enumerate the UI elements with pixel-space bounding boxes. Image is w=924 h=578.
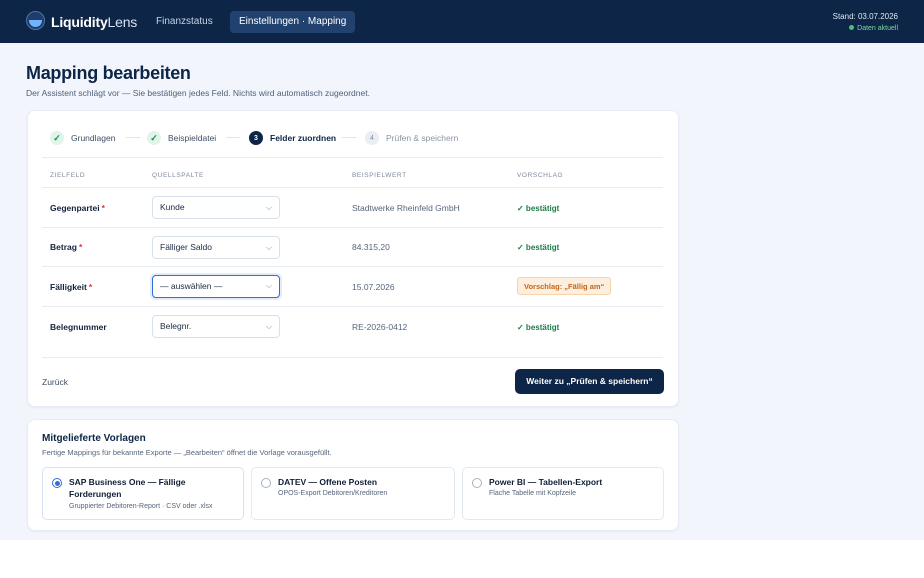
template-description: Gruppierter Debitoren-Report · CSV oder … [69, 503, 213, 510]
step-connector [226, 137, 240, 138]
step-number-3: 3 [249, 131, 263, 145]
template-name: Power BI — Tabellen-Export [489, 477, 603, 487]
step-grundlagen[interactable]: ✓ Grundlagen [50, 130, 115, 146]
step-pruefen-speichern[interactable]: 4 Prüfen & speichern [365, 130, 458, 146]
status-confirmed: ✓ bestätigt [517, 243, 560, 252]
template-description: OPOS-Export Debitoren/Kreditoren [278, 490, 388, 497]
template-power-bi[interactable]: Power BI — Tabellen-Export Flache Tabell… [462, 467, 664, 520]
page-title: Mapping bearbeiten [26, 63, 191, 83]
divider [42, 157, 663, 158]
step-connector [126, 137, 140, 138]
column-header-beispielwert: BEISPIELWERT [352, 172, 407, 179]
top-navigation-bar: LiquidityLens Finanzstatus Einstellungen… [0, 0, 924, 43]
example-value-betrag: 84.315,20 [352, 242, 390, 252]
column-header-quellspalte: QUELLSPALTE [152, 172, 204, 179]
field-label-belegnummer: Belegnummer [50, 322, 107, 332]
next-button[interactable]: Weiter zu „Prüfen & speichern“ [515, 369, 664, 394]
status-confirmed: ✓ bestätigt [517, 323, 560, 332]
back-link[interactable]: Zurück [42, 377, 68, 387]
templates-subtitle: Fertige Mappings für bekannte Exporte — … [42, 448, 332, 457]
template-datev[interactable]: DATEV — Offene Posten OPOS-Export Debito… [251, 467, 455, 520]
chevron-down-icon: ⌵ [265, 281, 272, 290]
status-dot-icon [849, 25, 855, 30]
page-subtitle: Der Assistent schlägt vor — Sie bestätig… [26, 88, 370, 98]
required-marker: * [78, 242, 83, 252]
nav-finanzstatus[interactable]: Finanzstatus [148, 11, 221, 33]
source-select-betrag[interactable]: Fälliger Saldo ⌵ [152, 236, 280, 259]
mapping-card: ✓ Grundlagen ✓ Beispieldatei 3 Felder zu… [27, 110, 679, 407]
brand-name[interactable]: LiquidityLens [51, 14, 137, 30]
step-number-4: 4 [365, 131, 379, 145]
example-value-faelligkeit: 15.07.2026 [352, 282, 395, 292]
example-value-belegnummer: RE-2026-0412 [352, 322, 408, 332]
radio-selected-icon[interactable] [52, 478, 62, 488]
divider [42, 306, 663, 307]
step-beispieldatei[interactable]: ✓ Beispieldatei [147, 130, 216, 146]
templates-card: Mitgelieferte Vorlagen Fertige Mappings … [27, 419, 679, 531]
check-icon: ✓ [147, 131, 161, 145]
template-name: DATEV — Offene Posten [278, 477, 378, 487]
status-confirmed: ✓ bestätigt [517, 204, 560, 213]
field-label-faelligkeit: Fälligkeit * [50, 282, 93, 292]
radio-unselected-icon[interactable] [472, 478, 482, 488]
source-select-faelligkeit[interactable]: — auswählen — ⌵ [152, 275, 280, 298]
template-sap-business-one[interactable]: SAP Business One — Fällige Forderungen G… [42, 467, 244, 520]
column-header-vorschlag: VORSCHLAG [517, 172, 564, 179]
source-select-belegnummer[interactable]: Belegnr. ⌵ [152, 315, 280, 338]
liquidity-lens-logo-icon[interactable] [26, 11, 45, 30]
field-label-betrag: Betrag * [50, 242, 83, 252]
template-name: SAP Business One — Fällige Forderungen [69, 477, 186, 499]
chevron-down-icon: ⌵ [265, 322, 272, 331]
chevron-down-icon: ⌵ [265, 243, 272, 252]
required-marker: * [88, 282, 93, 292]
field-label-gegenpartei: Gegenpartei * [50, 203, 105, 213]
radio-unselected-icon[interactable] [261, 478, 271, 488]
step-connector [342, 137, 356, 138]
suggestion-badge[interactable]: Vorschlag: „Fällig am“ [517, 277, 612, 295]
nav-einstellungen-mapping[interactable]: Einstellungen · Mapping [230, 11, 356, 33]
template-description: Flache Tabelle mit Kopfzeile [489, 490, 577, 497]
column-header-zielfeld: ZIELFELD [50, 172, 86, 179]
divider [42, 266, 663, 267]
data-status: Daten aktuell [849, 25, 898, 32]
divider [42, 227, 663, 228]
example-value-gegenpartei: Stadtwerke Rheinfeld GmbH [352, 203, 460, 213]
data-timestamp: Stand: 03.07.2026 [832, 12, 898, 21]
templates-title: Mitgelieferte Vorlagen [42, 433, 146, 444]
divider [42, 357, 663, 358]
divider [42, 187, 663, 188]
step-felder-zuordnen[interactable]: 3 Felder zuordnen [249, 130, 336, 146]
check-icon: ✓ [50, 131, 64, 145]
source-select-gegenpartei[interactable]: Kunde ⌵ [152, 196, 280, 219]
required-marker: * [101, 203, 105, 213]
chevron-down-icon: ⌵ [265, 203, 272, 212]
